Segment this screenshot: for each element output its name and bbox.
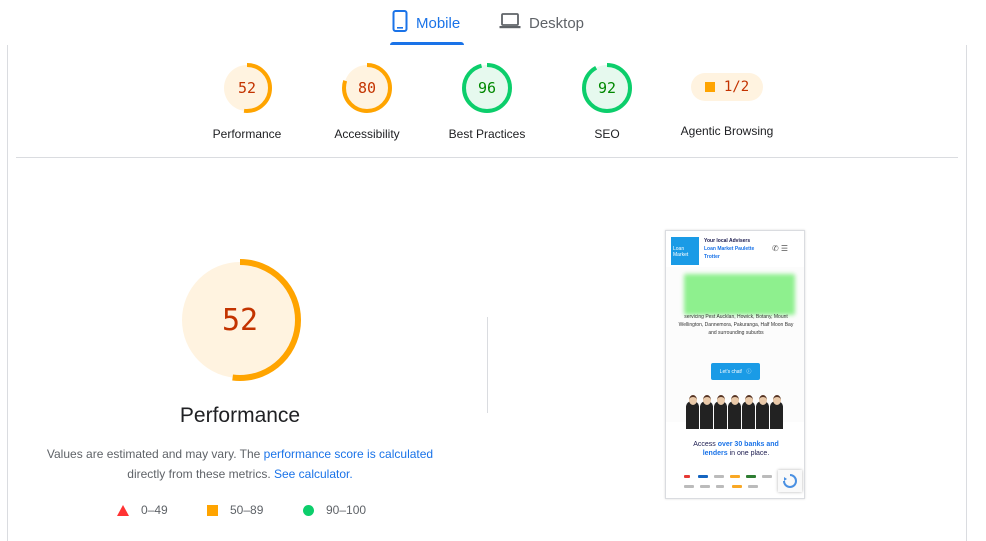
mobile-phone-icon bbox=[392, 10, 408, 36]
legend-range: 50–89 bbox=[230, 503, 264, 517]
gauge-accessibility[interactable]: 80 Accessibility bbox=[302, 62, 432, 141]
laptop-icon bbox=[499, 12, 521, 34]
access-suffix: in one place. bbox=[727, 450, 770, 457]
site-logo: Loan Market bbox=[671, 237, 699, 265]
gauge-score: 92 bbox=[598, 79, 616, 97]
score-legend: 0–49 50–89 90–100 bbox=[0, 503, 986, 519]
orange-square-icon bbox=[207, 504, 218, 516]
team-photo bbox=[686, 395, 786, 429]
gauge-seo[interactable]: 92 SEO bbox=[542, 62, 672, 141]
tab-mobile-label: Mobile bbox=[416, 14, 461, 32]
site-header-text: Your local Advisers Loan Market Paulette… bbox=[704, 237, 774, 261]
performance-gauge-ring: 52 bbox=[222, 63, 272, 113]
site-header-line: Your local Advisers bbox=[704, 238, 751, 244]
lets-chat-button: Let's chat! ⓘ bbox=[711, 363, 760, 380]
green-circle-icon bbox=[303, 504, 314, 516]
site-header-line: Loan Market Paulette bbox=[704, 246, 755, 252]
performance-title: Performance bbox=[179, 404, 301, 427]
lets-chat-label: Let's chat! bbox=[719, 368, 743, 375]
gauge-label: Best Practices bbox=[448, 127, 526, 141]
gauge-best-practices[interactable]: 96 Best Practices bbox=[422, 62, 552, 141]
average-square-icon bbox=[704, 82, 715, 92]
tab-desktop[interactable]: Desktop bbox=[499, 8, 584, 38]
score-calculation-link[interactable]: performance score is calculated bbox=[264, 447, 433, 461]
gauge-label: Agentic Browsing bbox=[680, 124, 774, 138]
gauge-score: 96 bbox=[478, 79, 496, 97]
legend-pass: 90–100 bbox=[303, 503, 366, 517]
vertical-separator bbox=[487, 317, 488, 413]
gauge-agentic-browsing[interactable]: 1/2 Agentic Browsing bbox=[662, 62, 792, 138]
red-triangle-icon bbox=[117, 504, 129, 516]
recaptcha-icon bbox=[778, 470, 802, 492]
gauge-score: 80 bbox=[358, 79, 376, 97]
tab-desktop-label: Desktop bbox=[529, 14, 585, 32]
agentic-browsing-badge: 1/2 bbox=[691, 73, 763, 101]
agentic-browsing-value: 1/2 bbox=[723, 79, 750, 95]
big-gauge-score: 52 bbox=[222, 303, 258, 338]
legend-range: 0–49 bbox=[141, 503, 168, 517]
gauge-label: Performance bbox=[212, 127, 282, 141]
lender-logos bbox=[680, 472, 792, 494]
access-prefix: Access bbox=[693, 441, 718, 448]
see-calculator-link[interactable]: See calculator. bbox=[274, 467, 353, 481]
gauge-label: Accessibility bbox=[334, 127, 400, 141]
accessibility-gauge-ring: 80 bbox=[342, 63, 392, 113]
performance-description: Values are estimated and may vary. The p… bbox=[40, 444, 440, 484]
legend-range: 90–100 bbox=[326, 503, 367, 517]
desc-text-2: directly from these metrics. bbox=[127, 467, 274, 481]
site-header-line: Trotter bbox=[704, 254, 720, 260]
best-practices-gauge-ring: 96 bbox=[462, 63, 512, 113]
legend-average: 50–89 bbox=[207, 503, 263, 517]
section-divider bbox=[16, 157, 958, 158]
page-screenshot-thumbnail[interactable]: Loan Market Your local Advisers Loan Mar… bbox=[665, 230, 805, 499]
device-tabs: Mobile Desktop bbox=[0, 0, 986, 46]
performance-big-gauge: 52 bbox=[179, 259, 301, 381]
hero-text: servicing Pest Aucklan, Howick, Botany, … bbox=[678, 314, 794, 336]
gauge-performance[interactable]: 52 Performance bbox=[182, 62, 312, 141]
chat-icon: ⓘ bbox=[746, 369, 752, 375]
gauge-label: SEO bbox=[594, 127, 620, 141]
desc-text: Values are estimated and may vary. The bbox=[46, 447, 264, 461]
legend-fail: 0–49 bbox=[117, 503, 168, 517]
phone-menu-icons: ✆ ☰ bbox=[772, 244, 789, 253]
highlighted-element bbox=[684, 274, 795, 315]
tab-mobile[interactable]: Mobile bbox=[392, 8, 460, 38]
gauge-score: 52 bbox=[238, 79, 256, 97]
access-lenders-text: Access over 30 banks and lenders in one … bbox=[680, 440, 792, 458]
seo-gauge-ring: 92 bbox=[582, 63, 632, 113]
